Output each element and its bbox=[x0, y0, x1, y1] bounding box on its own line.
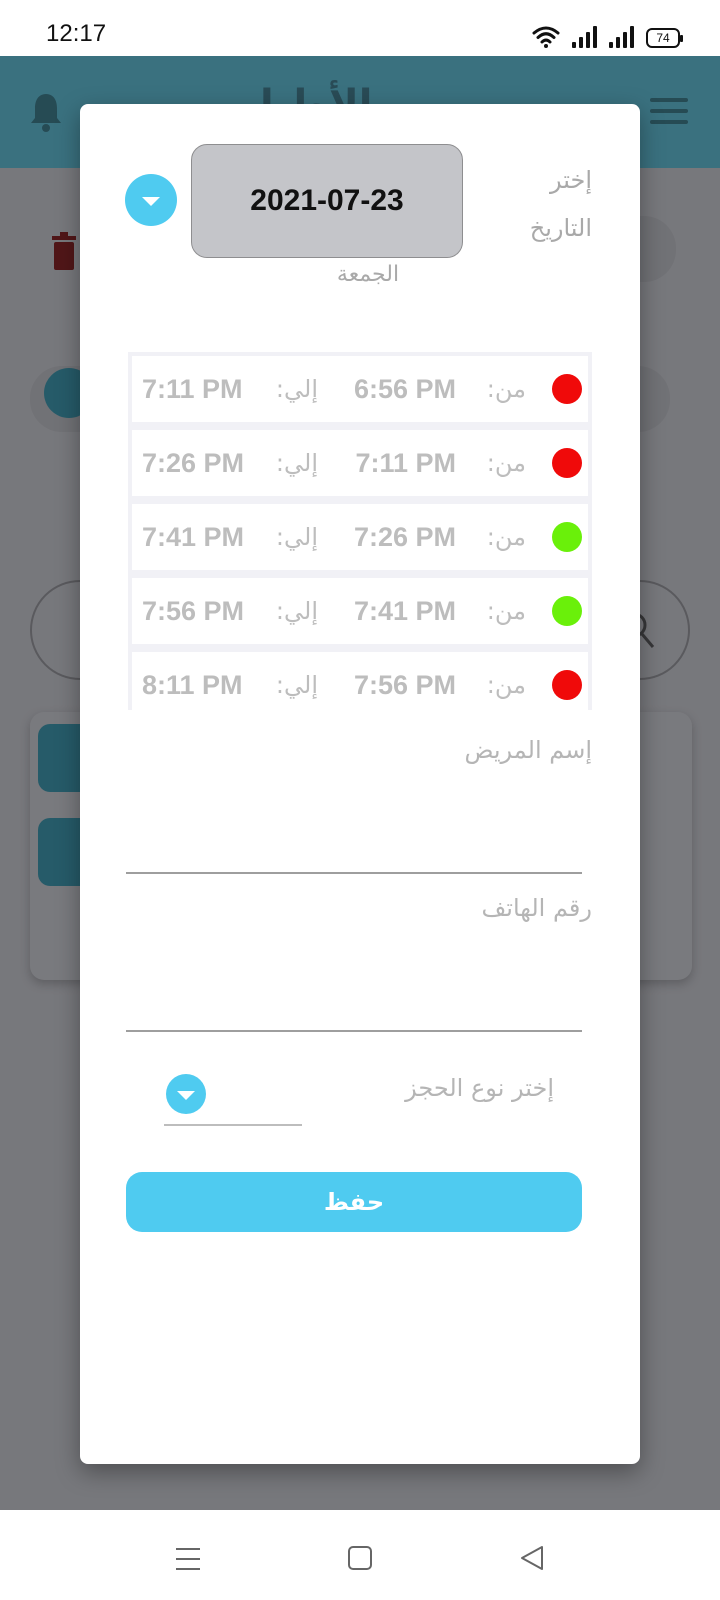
status-bar: 12:17 74 bbox=[0, 0, 720, 56]
time-slot-list[interactable]: من: 6:56 PM إلي: 7:11 PM من: 7:11 PM إلي: 7:26 … bbox=[128, 352, 592, 710]
signal-icon bbox=[572, 26, 597, 48]
booking-dialog: إختر التاريخ 2021-07-23 الجمعة من: 6:56 P… bbox=[80, 104, 640, 1464]
status-time: 12:17 bbox=[46, 20, 107, 47]
slot-to-label: إلي: bbox=[275, 449, 318, 477]
phone-label: رقم الهاتف bbox=[481, 894, 592, 922]
status-icons: 74 bbox=[532, 22, 683, 48]
slot-from-label: من: bbox=[486, 523, 526, 551]
patient-name-input[interactable] bbox=[126, 824, 582, 864]
slot-to-time: 8:11 PM bbox=[142, 670, 243, 700]
slot-from-time: 7:11 PM bbox=[355, 448, 456, 478]
slot-from-label: من: bbox=[486, 449, 526, 477]
date-display[interactable]: 2021-07-23 bbox=[191, 144, 463, 258]
time-slot-row[interactable]: من: 7:26 PM إلي: 7:41 PM bbox=[132, 504, 588, 570]
booking-type-underline bbox=[164, 1124, 302, 1126]
wifi-icon bbox=[532, 26, 560, 48]
date-dropdown-icon[interactable] bbox=[125, 174, 177, 226]
slot-to-time: 7:56 PM bbox=[142, 596, 245, 626]
home-icon[interactable] bbox=[348, 1546, 372, 1570]
availability-dot-icon bbox=[552, 448, 582, 478]
signal-icon bbox=[609, 26, 634, 48]
availability-dot-icon bbox=[552, 596, 582, 626]
back-icon[interactable] bbox=[518, 1544, 546, 1572]
day-name: الجمعة bbox=[336, 262, 400, 287]
time-slot-row[interactable]: من: 6:56 PM إلي: 7:11 PM bbox=[132, 356, 588, 422]
slot-to-label: إلي: bbox=[275, 375, 318, 403]
date-label: إختر التاريخ bbox=[529, 166, 592, 242]
system-nav-bar bbox=[0, 1510, 720, 1600]
time-slot-row[interactable]: من: 7:56 PM إلي: 8:11 PM bbox=[132, 652, 588, 710]
recent-apps-icon[interactable] bbox=[176, 1548, 200, 1570]
slot-to-time: 7:11 PM bbox=[142, 374, 243, 404]
slot-from-label: من: bbox=[486, 375, 526, 403]
slot-from-time: 7:56 PM bbox=[353, 670, 456, 700]
availability-dot-icon bbox=[552, 522, 582, 552]
slot-to-label: إلي: bbox=[275, 597, 318, 625]
slot-from-label: من: bbox=[486, 671, 526, 699]
availability-dot-icon bbox=[552, 374, 582, 404]
slot-to-time: 7:41 PM bbox=[142, 522, 245, 552]
save-button[interactable]: حفظ bbox=[126, 1172, 582, 1232]
phone-underline bbox=[126, 1030, 582, 1032]
availability-dot-icon bbox=[552, 670, 582, 700]
slot-to-time: 7:26 PM bbox=[142, 448, 245, 478]
time-slot-row[interactable]: من: 7:11 PM إلي: 7:26 PM bbox=[132, 430, 588, 496]
booking-type-dropdown-icon[interactable] bbox=[166, 1074, 206, 1114]
slot-to-label: إلي: bbox=[275, 671, 318, 699]
slot-from-time: 6:56 PM bbox=[353, 374, 456, 404]
booking-type-label: إختر نوع الحجز bbox=[405, 1074, 554, 1102]
slot-from-time: 7:26 PM bbox=[353, 522, 456, 552]
slot-from-label: من: bbox=[486, 597, 526, 625]
time-slot-row[interactable]: من: 7:41 PM إلي: 7:56 PM bbox=[132, 578, 588, 644]
slot-from-time: 7:41 PM bbox=[353, 596, 456, 626]
patient-name-label: إسم المريض bbox=[464, 736, 592, 764]
battery-icon: 74 bbox=[646, 28, 683, 48]
slot-to-label: إلي: bbox=[275, 523, 318, 551]
patient-name-underline bbox=[126, 872, 582, 874]
phone-input[interactable] bbox=[126, 982, 582, 1022]
